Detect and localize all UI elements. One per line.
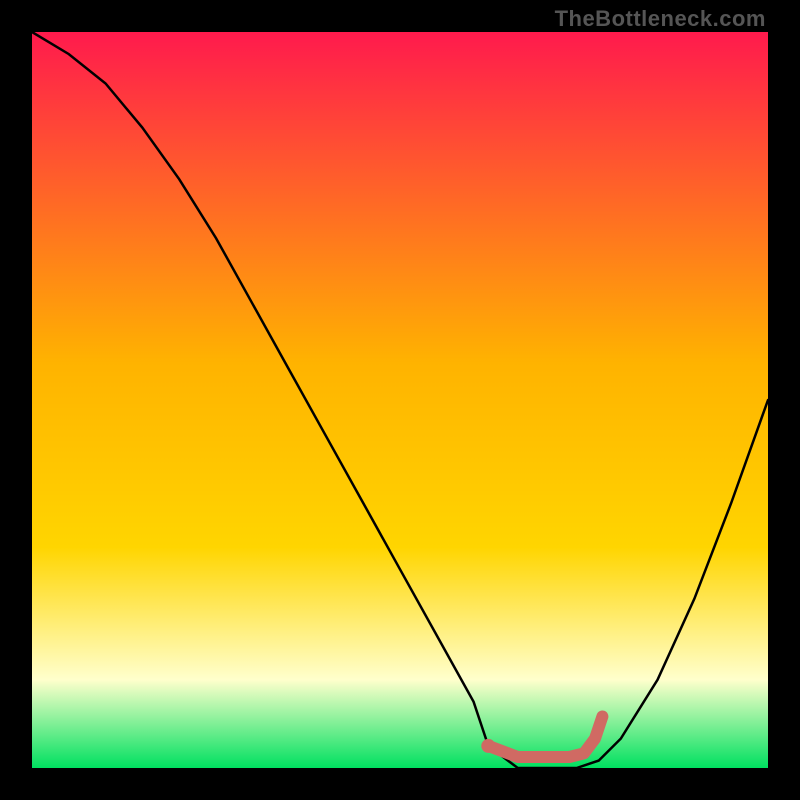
gradient-background xyxy=(32,32,768,768)
chart-plot-area xyxy=(32,32,768,768)
watermark-text: TheBottleneck.com xyxy=(555,6,766,32)
bottleneck-chart xyxy=(32,32,768,768)
optimal-point-marker xyxy=(481,739,495,753)
